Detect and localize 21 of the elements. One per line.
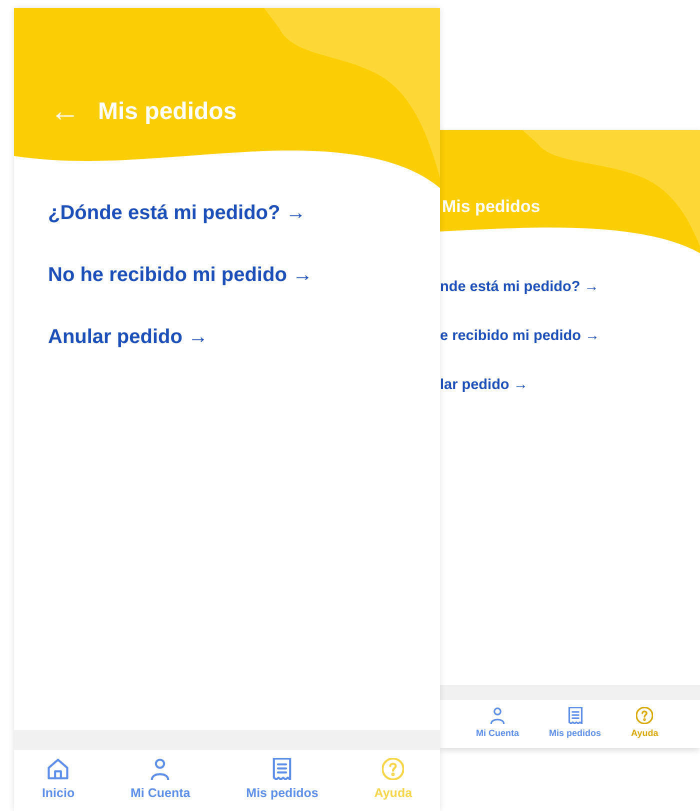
nav-tab[interactable]: Mis pedidos — [246, 758, 318, 803]
user-icon — [489, 707, 506, 724]
nav-tab[interactable]: Ayuda — [631, 707, 658, 741]
home-icon — [47, 758, 70, 780]
nav-tab[interactable]: Mi Cuenta — [476, 707, 520, 741]
help-link[interactable]: lar pedido → — [440, 374, 528, 396]
receipt-icon — [271, 758, 294, 780]
nav-tab[interactable]: Mis pedidos — [549, 707, 602, 741]
help-link[interactable]: nde está mi pedido? → — [440, 277, 599, 299]
help-link[interactable]: No he recibido mi pedido → — [48, 260, 312, 290]
help-link[interactable]: ¿Dónde está mi pedido? → — [48, 198, 306, 228]
help-link[interactable]: Anular pedido → — [48, 322, 208, 352]
help-icon — [636, 707, 654, 724]
nav-tab[interactable]: Inicio — [42, 758, 75, 803]
help-link[interactable]: e recibido mi pedido → — [440, 326, 600, 348]
page-title: Mis pedidos — [442, 196, 540, 218]
nav-tab[interactable]: Mi Cuenta — [130, 758, 190, 803]
help-icon — [382, 758, 404, 780]
receipt-icon — [566, 707, 584, 724]
page-title: Mis pedidos — [98, 97, 237, 127]
user-icon — [149, 758, 172, 780]
